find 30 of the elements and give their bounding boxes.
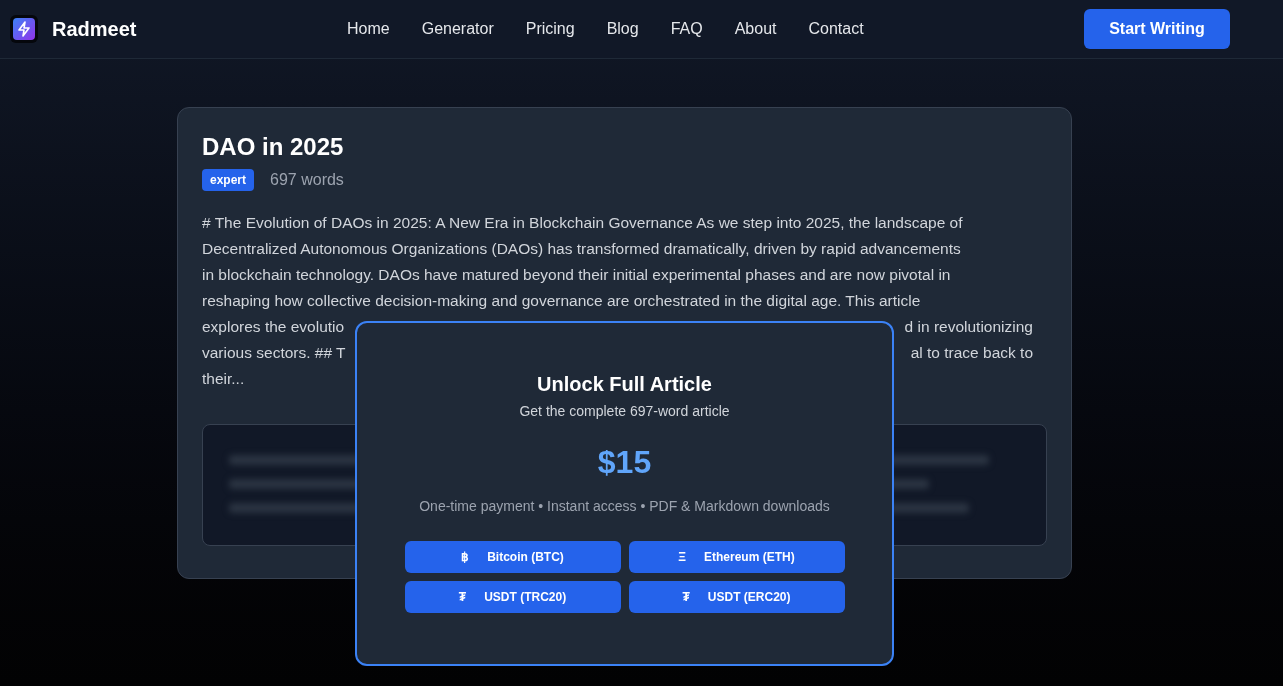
brand-name[interactable]: Radmeet [52, 14, 137, 44]
article-text-line: reshaping how collective decision-making and governance are orchestrated in the digital age. This article [202, 291, 921, 311]
payment-button[interactable]: ฿ Bitcoin (BTC) [404, 541, 621, 573]
nav-link[interactable]: Pricing [525, 17, 575, 41]
nav-link[interactable]: About [734, 17, 777, 41]
start-writing-button[interactable]: Start Writing [1084, 9, 1230, 49]
nav-link[interactable]: FAQ [670, 17, 703, 41]
article-text-line: various sectors. ## T [202, 343, 346, 363]
price: $15 [597, 443, 652, 482]
logo-icon [10, 15, 38, 43]
features-text: One-time payment • Instant access • PDF & Markdown downloads [419, 497, 830, 516]
article-text-line: # The Evolution of DAOs in 2025: A New Era in Blockchain Governance As we step into 2025, the landscape of [202, 213, 963, 233]
article-text-line: in blockchain technology. DAOs have matured beyond their initial experimental phases and are now pivotal in [202, 265, 951, 285]
article-text-line: their... [202, 369, 245, 389]
nav-link[interactable]: Home [347, 17, 390, 41]
payment-button[interactable]: Ξ Ethereum (ETH) [628, 541, 845, 573]
modal-title: Unlock Full Article [537, 372, 712, 397]
article-text-line: Decentralized Autonomous Organizations (DAOs) has transformed dramatically, driven by rapid advancements [202, 239, 961, 259]
article-text-line: d in revolutionizing [904, 317, 1033, 337]
nav-link[interactable]: Blog [606, 17, 639, 41]
article-title: DAO in 2025 [202, 132, 344, 162]
article-text-line: al to trace back to [910, 343, 1033, 363]
payment-button[interactable]: ₮ USDT (ERC20) [628, 581, 845, 613]
payment-button[interactable]: ₮ USDT (TRC20) [404, 581, 621, 613]
nav-link[interactable]: Generator [421, 17, 494, 41]
nav-link[interactable]: Contact [808, 17, 864, 41]
modal-subtitle: Get the complete 697-word article [519, 402, 730, 421]
level-badge: expert [202, 169, 255, 191]
article-text-line: explores the evolutio [202, 317, 345, 337]
word-count: 697 words [270, 170, 344, 190]
